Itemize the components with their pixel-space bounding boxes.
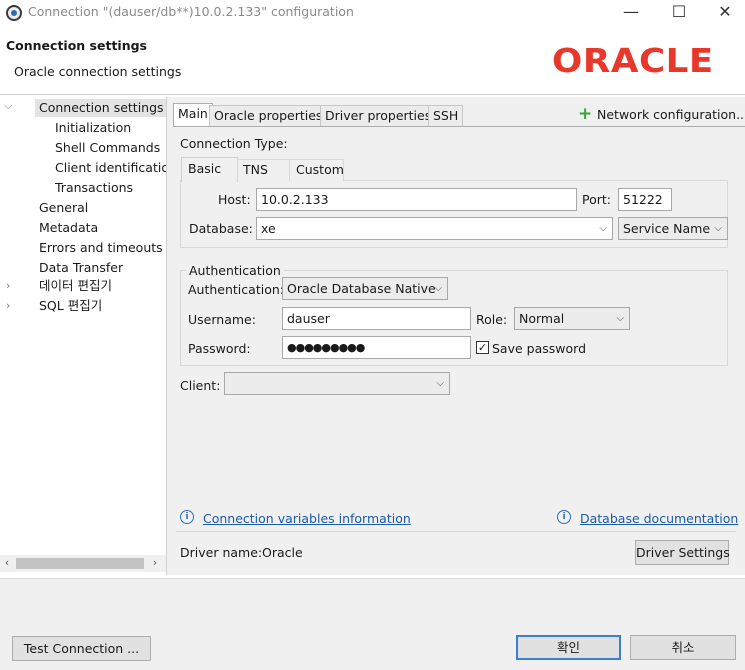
links-divider — [176, 531, 736, 532]
header-divider — [0, 94, 745, 95]
password-label: Password: — [188, 341, 251, 356]
tree-item-data-transfer[interactable]: Data Transfer — [39, 259, 123, 277]
host-input[interactable]: 10.0.2.133 — [256, 188, 577, 211]
save-password-checkbox[interactable]: ✓ — [476, 341, 489, 354]
tab-driver-properties[interactable]: Driver properties — [320, 105, 437, 127]
tree-item-data-editor[interactable]: 데이터 편집기 — [39, 277, 112, 295]
database-label: Database: — [189, 221, 253, 236]
tree-item-general[interactable]: General — [39, 199, 88, 217]
username-input[interactable]: dauser — [282, 307, 471, 330]
minimize-button[interactable]: — — [608, 0, 654, 26]
chevron-right-icon[interactable]: › — [6, 279, 10, 292]
network-config-link[interactable]: Network configuration... — [597, 107, 745, 122]
port-input[interactable]: 51222 — [618, 188, 672, 211]
tab-oracle-properties[interactable]: Oracle properties — [209, 105, 328, 127]
driver-name-value: Oracle — [262, 545, 303, 560]
connection-type-label: Connection Type: — [180, 136, 288, 151]
tree-item-sql-editor[interactable]: SQL 편집기 — [39, 297, 102, 315]
chevron-down-icon: ⌵ — [616, 313, 624, 324]
scroll-right-icon[interactable]: › — [148, 556, 162, 569]
password-input[interactable]: ●●●●●●●●● — [282, 336, 471, 359]
database-type-select[interactable]: Service Name ⌵ — [618, 217, 728, 240]
maximize-button[interactable]: ☐ — [656, 0, 702, 26]
scrollbar-thumb[interactable] — [16, 558, 144, 569]
database-value: xe — [261, 221, 276, 236]
chevron-down-icon: ⌵ — [714, 223, 722, 234]
tab-basic[interactable]: Basic — [181, 157, 238, 182]
authentication-select[interactable]: Oracle Database Native ⌵ — [282, 277, 448, 300]
host-label: Host: — [218, 192, 251, 207]
tree-item-initialization[interactable]: Initialization — [55, 119, 131, 137]
role-select[interactable]: Normal ⌵ — [514, 307, 630, 330]
tab-custom[interactable]: Custom — [289, 159, 344, 181]
database-type-value: Service Name — [623, 221, 711, 236]
tree-horizontal-scrollbar[interactable]: ‹ › — [0, 555, 166, 572]
tab-ssh[interactable]: SSH — [428, 105, 464, 127]
tree-item-metadata[interactable]: Metadata — [39, 219, 98, 237]
role-label: Role: — [476, 312, 508, 327]
driver-name-label: Driver name: — [180, 545, 263, 560]
chevron-down-icon: ⌵ — [436, 378, 444, 389]
app-icon — [6, 5, 22, 21]
authentication-group-label: Authentication — [186, 263, 284, 278]
tab-tns[interactable]: TNS — [237, 159, 290, 181]
test-connection-button[interactable]: Test Connection ... — [12, 636, 151, 661]
authentication-value: Oracle Database Native — [287, 281, 436, 296]
info-icon: i — [557, 510, 571, 524]
page-subtitle: Oracle connection settings — [14, 64, 182, 79]
window-title: Connection "(dauser/db**)10.0.2.133" con… — [28, 4, 354, 19]
info-icon: i — [180, 510, 194, 524]
tree-item-connection-settings[interactable]: Connection settings — [35, 99, 168, 117]
chevron-right-icon[interactable]: › — [6, 299, 10, 312]
tree-item-transactions[interactable]: Transactions — [55, 179, 133, 197]
tree-item-errors-timeouts[interactable]: Errors and timeouts — [39, 239, 163, 257]
close-button[interactable]: ✕ — [702, 0, 745, 26]
tree-item-client-identification[interactable]: Client identificatior — [55, 159, 166, 177]
oracle-logo: ORACLE — [552, 41, 714, 80]
scroll-left-icon[interactable]: ‹ — [0, 556, 14, 569]
tree-item-shell-commands[interactable]: Shell Commands — [55, 139, 160, 157]
title-bar: Connection "(dauser/db**)10.0.2.133" con… — [0, 0, 745, 26]
client-label: Client: — [180, 378, 221, 393]
role-value: Normal — [519, 311, 565, 326]
database-documentation-link[interactable]: Database documentation — [580, 511, 738, 526]
database-input[interactable]: xe ⌵ — [256, 217, 613, 240]
authentication-label: Authentication: — [188, 282, 284, 297]
connection-variables-link[interactable]: Connection variables information — [203, 511, 411, 526]
ok-button[interactable]: 확인 — [516, 635, 621, 660]
cancel-button[interactable]: 취소 — [630, 635, 736, 660]
driver-settings-button[interactable]: Driver Settings — [635, 540, 730, 565]
client-select[interactable]: ⌵ — [224, 372, 450, 395]
save-password-label: Save password — [492, 341, 587, 356]
chevron-down-icon[interactable]: ⌵ — [599, 218, 607, 239]
chevron-down-icon: ⌵ — [434, 283, 442, 294]
username-label: Username: — [188, 312, 256, 327]
plus-icon[interactable]: + — [578, 104, 592, 124]
port-label: Port: — [582, 192, 611, 207]
settings-tree: ⌵ Connection settings Initialization She… — [0, 97, 168, 575]
tab-main[interactable]: Main — [173, 103, 213, 127]
page-title: Connection settings — [6, 38, 147, 53]
chevron-down-icon[interactable]: ⌵ — [4, 99, 12, 113]
